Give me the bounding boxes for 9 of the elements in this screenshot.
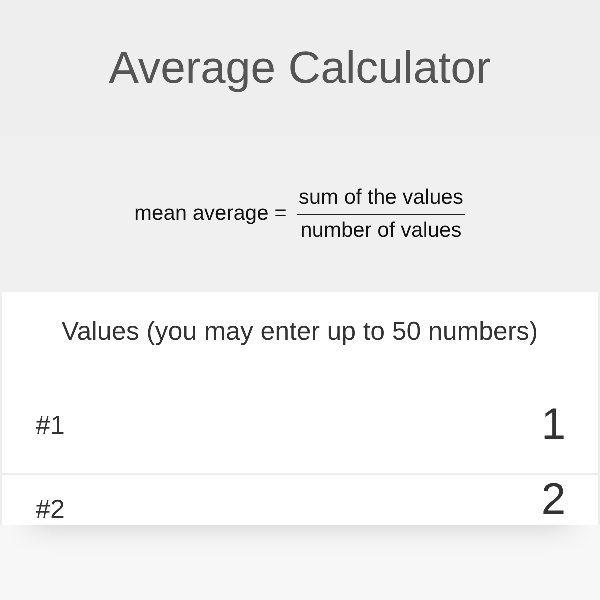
- value-input-field[interactable]: 1: [466, 400, 566, 450]
- value-label: #2: [36, 494, 65, 525]
- values-label: Values (you may enter up to 50 numbers): [60, 315, 540, 348]
- value-label: #1: [36, 410, 65, 440]
- formula-numerator: sum of the values: [296, 186, 466, 214]
- calculator-title: Average Calculator: [109, 42, 491, 94]
- formula-denominator: number of values: [300, 218, 462, 242]
- value-input-field[interactable]: 2: [466, 475, 566, 525]
- formula-label: mean average =: [134, 202, 287, 226]
